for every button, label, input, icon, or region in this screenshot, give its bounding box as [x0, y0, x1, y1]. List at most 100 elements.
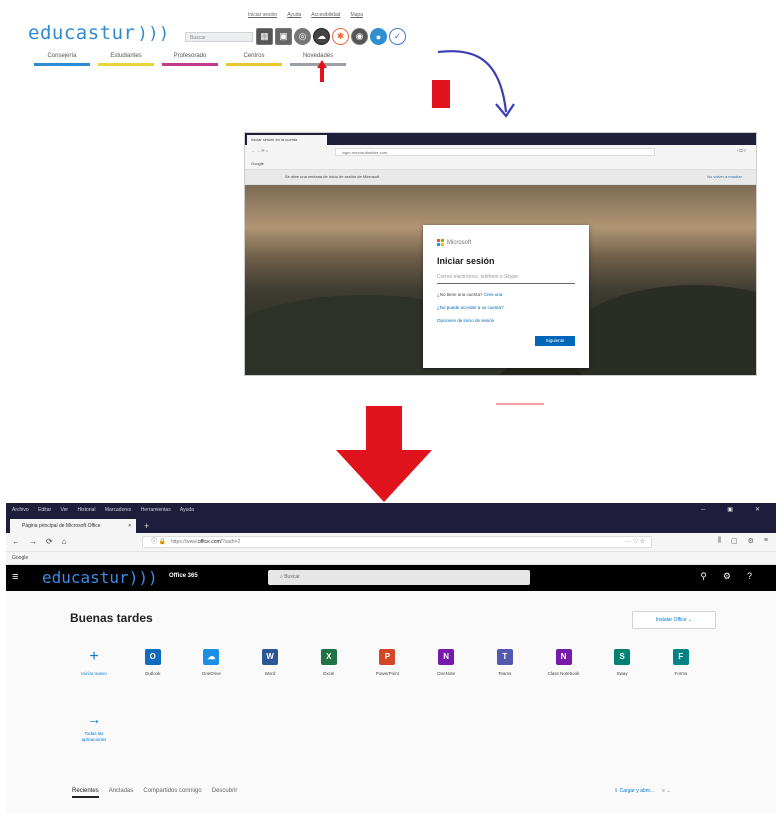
office-365-icon[interactable]: ☁	[313, 28, 330, 45]
extension-icon[interactable]: ⚙	[748, 537, 754, 545]
app-label: Class Notebook	[547, 671, 580, 676]
menu-item[interactable]: Marcadores	[105, 507, 131, 513]
app-tile[interactable]: T Teams	[483, 649, 527, 677]
menu-item[interactable]: Editar	[38, 507, 51, 513]
onedrive-icon: ☁	[203, 649, 220, 665]
home-icon[interactable]: ⌂	[62, 537, 67, 546]
new-tab-icon[interactable]: +	[144, 519, 149, 533]
menu-item[interactable]: Historial	[77, 507, 95, 513]
top-link[interactable]: Iniciar sesión	[248, 12, 277, 18]
back-icon[interactable]: ←	[12, 537, 20, 546]
sidebar-icon[interactable]: ▢	[731, 537, 738, 545]
url-field[interactable]: login.microsoftonline.com	[335, 148, 655, 156]
reload-icon[interactable]: ⟳	[46, 537, 53, 546]
menu-item[interactable]: Ayuda	[180, 507, 194, 513]
bookmark-google[interactable]: Google	[6, 552, 776, 565]
settings-icon[interactable]: ⚙	[723, 571, 731, 582]
app-tile[interactable]: F Forms	[659, 649, 703, 677]
tab-profesorado[interactable]: Profesorado	[162, 53, 218, 66]
create-account-link[interactable]: Cree una	[484, 292, 503, 297]
menu-icon[interactable]: ≡	[764, 537, 768, 545]
toolbar-extensions: ⫼ ▢ ⚙ ≡	[718, 537, 768, 545]
tab-compartidos[interactable]: Compartidos conmigo	[143, 788, 201, 798]
menu-bar: Archivo Editar Ver Historial Marcadores …	[6, 503, 776, 517]
lock-icon: ⓘ 🔒	[151, 539, 167, 545]
toolbar-icons[interactable]: ⫶ ▢ ≡	[737, 148, 746, 153]
office365-browser-screenshot: Archivo Editar Ver Historial Marcadores …	[6, 503, 776, 813]
app-tile[interactable]: N Class Notebook	[542, 649, 586, 677]
bookmark-google[interactable]: Google	[245, 159, 756, 169]
sway-icon: S	[614, 649, 631, 665]
star-icon[interactable]: ✱	[332, 28, 349, 45]
office-home: Buenas tardes Instalar Office ⌄ + Iniciar…	[6, 591, 776, 813]
tab-ancladas[interactable]: Ancladas	[109, 788, 134, 798]
calendar-icon[interactable]: ▣	[275, 28, 292, 45]
minimize-icon[interactable]: ─	[701, 503, 705, 517]
all-apps-button[interactable]: → Todas las aplicaciones	[72, 711, 116, 743]
notifications-icon[interactable]: ⚲	[700, 571, 707, 582]
educastur-logo[interactable]: educastur)))	[42, 568, 158, 587]
notification-bar: Se abre una ventana de inicio de sesión …	[245, 169, 756, 185]
app-label: Word	[264, 671, 276, 676]
help-icon[interactable]: ?	[747, 571, 752, 582]
forward-icon[interactable]: →	[29, 537, 37, 546]
tab-consejeria[interactable]: Consejería	[34, 53, 90, 66]
top-link[interactable]: Ayuda	[287, 12, 301, 18]
cannot-access-link[interactable]: ¿No puede acceder a su cuenta?	[437, 305, 575, 310]
tab-centros[interactable]: Centros	[226, 53, 282, 66]
tab-estudiantes[interactable]: Estudiantes	[98, 53, 154, 66]
service-icon-row: ▦ ▣ ◎ ☁ ✱ ◉ ● ✓	[256, 28, 406, 45]
grid-icon[interactable]: ▦	[256, 28, 273, 45]
close-tab-icon[interactable]: ✕	[128, 519, 132, 533]
nav-arrows-icon[interactable]: ← → ⟳ ⌂	[251, 148, 268, 153]
view-options-icon[interactable]: ≡ ⌄	[662, 788, 671, 794]
app-tile[interactable]: W Word	[248, 649, 292, 677]
top-link[interactable]: Mapa	[350, 12, 363, 18]
office-header: ≡ educastur))) Office 365 ⌕ Buscar ⚲ ⚙ ?	[6, 565, 776, 591]
email-field[interactable]: Correo electrónico, teléfono o Skype	[437, 274, 575, 284]
browser-tab[interactable]: Iniciar sesión en la cuenta	[247, 135, 327, 145]
install-office-button[interactable]: Instalar Office ⌄	[632, 611, 716, 629]
app-tile[interactable]: S Sway	[600, 649, 644, 677]
portal-search-input[interactable]: Buscar	[185, 32, 253, 42]
app-tile[interactable]: O Outlook	[131, 649, 175, 677]
close-icon[interactable]: ✕	[755, 503, 760, 517]
office-search-input[interactable]: ⌕ Buscar	[268, 570, 530, 585]
tab-recientes[interactable]: Recientes	[72, 788, 99, 798]
app-tile[interactable]: N OneNote	[424, 649, 468, 677]
menu-item[interactable]: Herramientas	[141, 507, 171, 513]
app-tile[interactable]: P PowerPoint	[365, 649, 409, 677]
tab-descubrir[interactable]: Descubrir	[212, 788, 238, 798]
user-icon[interactable]: ●	[370, 28, 387, 45]
office-product-label[interactable]: Office 365	[169, 573, 198, 579]
brand-name: Microsoft	[447, 239, 472, 246]
top-link[interactable]: Accesibilidad	[311, 12, 340, 18]
onenote-icon: N	[438, 649, 455, 665]
signin-options-link[interactable]: Opciones de inicio de sesión	[437, 318, 575, 323]
app-label: Outlook	[144, 671, 161, 676]
hill-shape	[565, 285, 756, 375]
browser-tab[interactable]: Página principal de Microsoft Office ✕	[10, 519, 136, 533]
blue-curved-arrow-icon	[437, 50, 515, 118]
menu-item[interactable]: Ver	[61, 507, 69, 513]
excel-icon: X	[320, 649, 337, 665]
notification-action[interactable]: No volver a mostrar	[707, 170, 742, 184]
menu-item[interactable]: Archivo	[12, 507, 29, 513]
globe-icon[interactable]: ◎	[294, 28, 311, 45]
url-field[interactable]: ⓘ 🔒 https://www.office.com/?auth=2 ··· ♡…	[142, 536, 652, 548]
moodle-icon[interactable]: ◉	[351, 28, 368, 45]
app-tile[interactable]: + Iniciar nuevo	[72, 649, 116, 677]
browser-tab-bar: Página principal de Microsoft Office ✕ +	[6, 517, 776, 533]
educastur-logo[interactable]: educastur)))	[28, 22, 170, 44]
upload-open-button[interactable]: ⇪ Cargar y abrir... ≡ ⌄	[614, 788, 671, 794]
page-actions-icon[interactable]: ··· ♡ ☆	[625, 537, 645, 548]
app-label: Forms	[674, 671, 688, 676]
app-tile[interactable]: X Excel	[307, 649, 351, 677]
app-tile[interactable]: ☁ OneDrive	[189, 649, 233, 677]
next-button[interactable]: Siguiente	[535, 336, 575, 346]
library-icon[interactable]: ⫼	[718, 537, 721, 545]
maximize-icon[interactable]: ▣	[727, 503, 733, 517]
check-icon[interactable]: ✓	[389, 28, 406, 45]
search-placeholder: Buscar	[284, 574, 300, 580]
app-launcher-icon[interactable]: ≡	[12, 571, 18, 583]
